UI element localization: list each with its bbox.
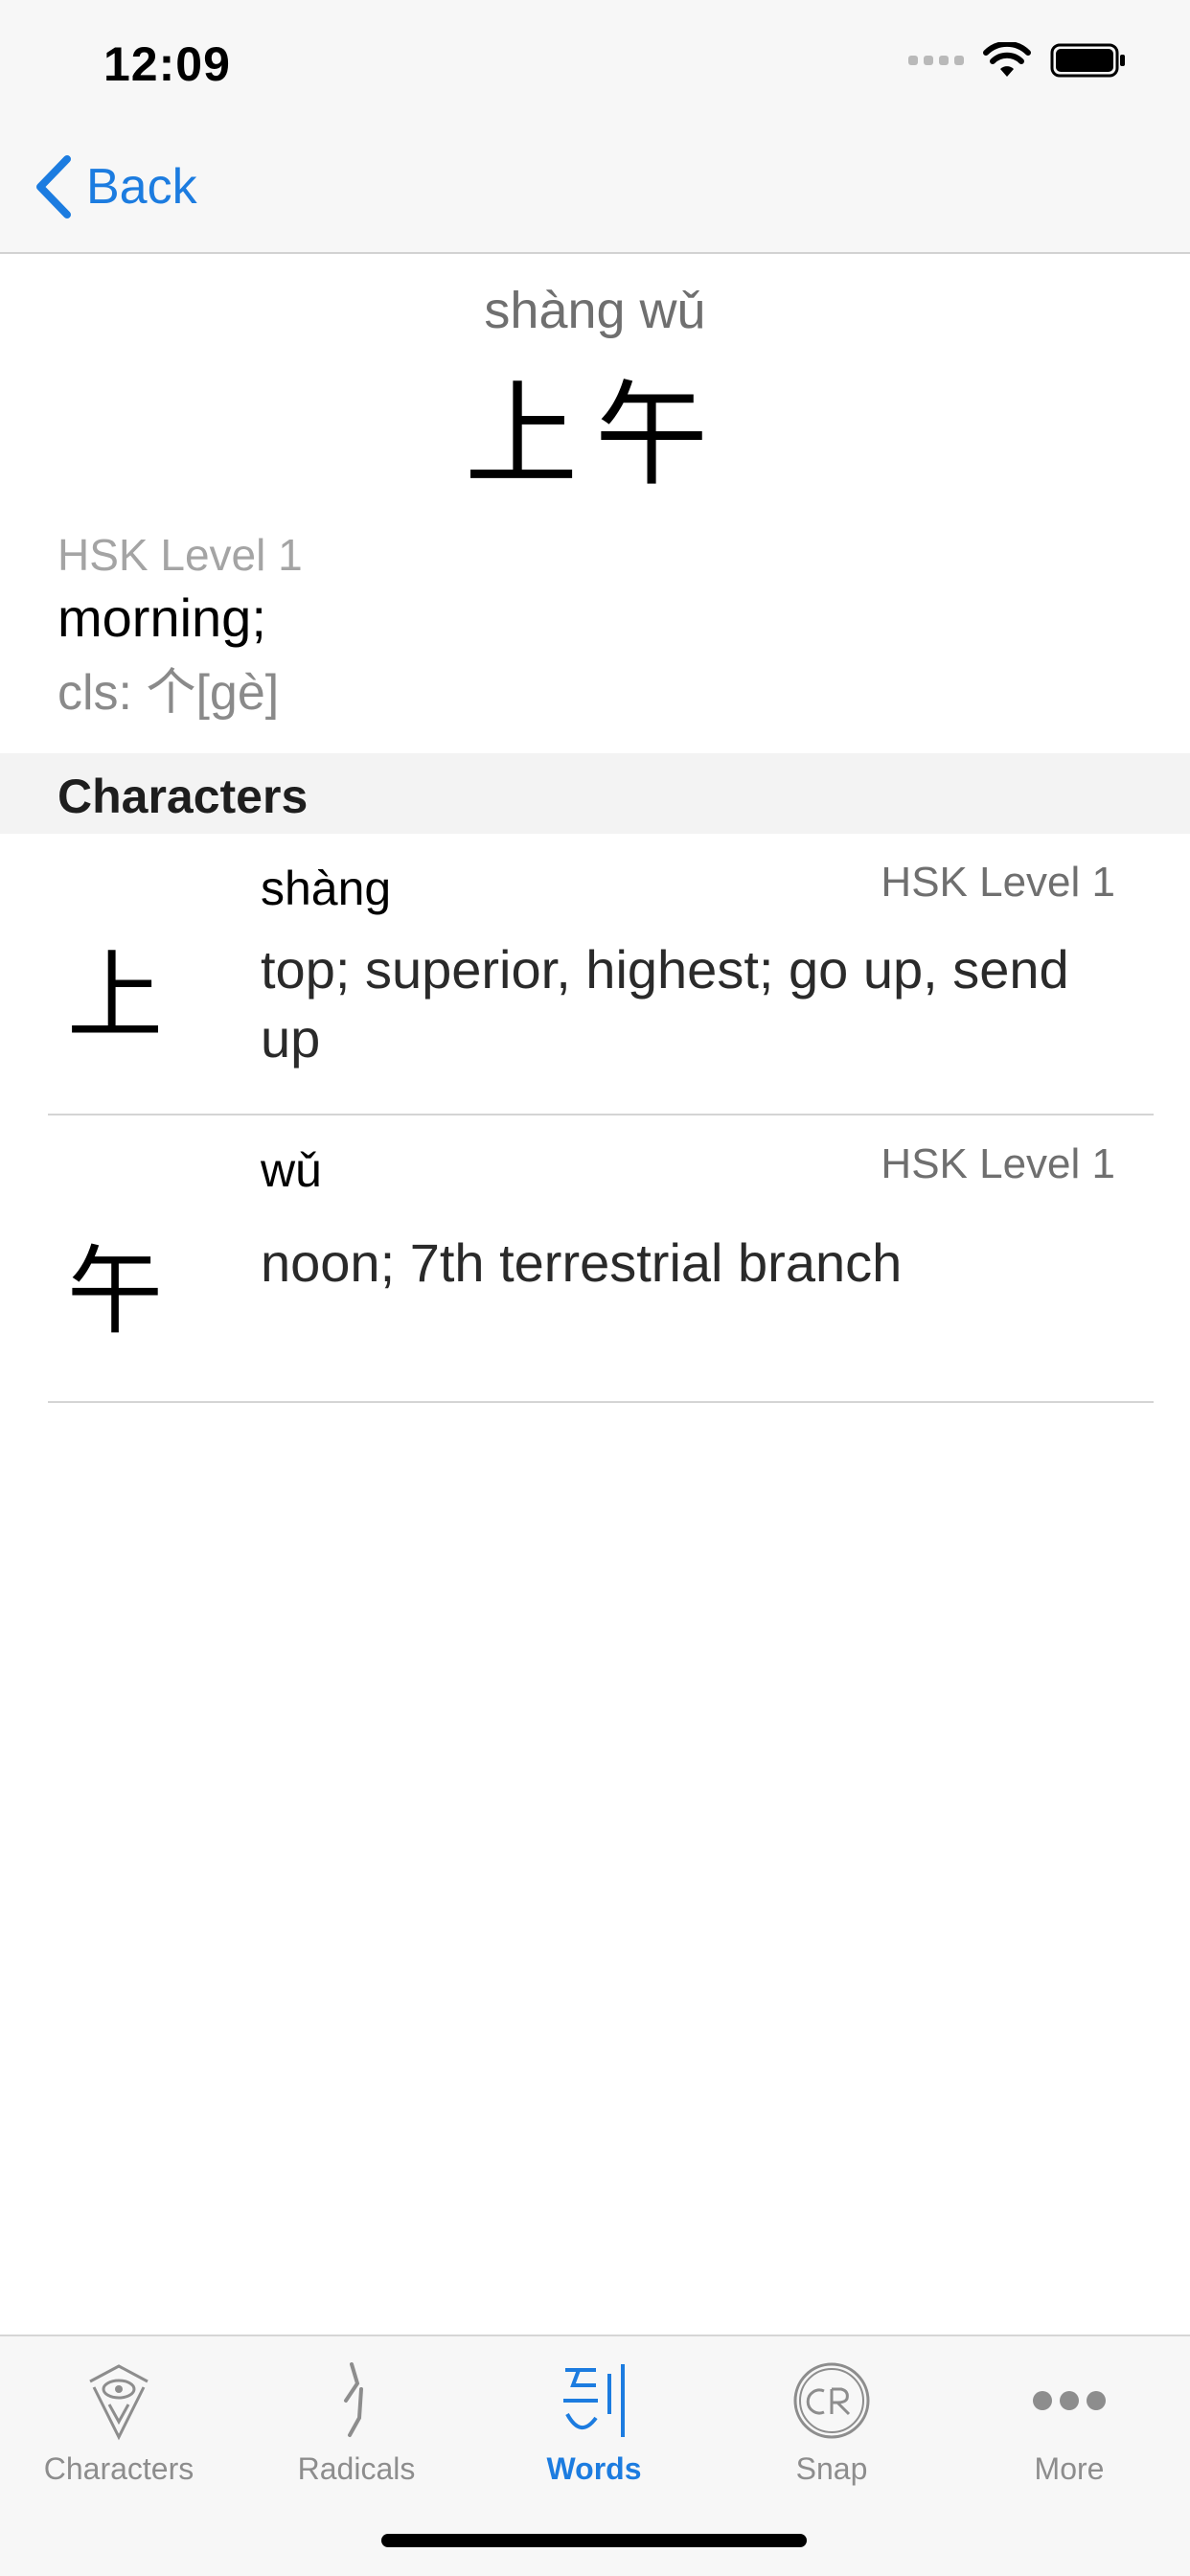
character-row[interactable]: 午 wǔ HSK Level 1 noon; 7th terrestrial b… <box>0 1116 1190 1403</box>
chevron-left-icon <box>36 155 71 218</box>
navigation-bar: Back <box>0 134 1190 254</box>
tab-characters[interactable]: Characters <box>0 2350 238 2494</box>
word-hanzi: 上午 <box>464 369 725 501</box>
home-indicator <box>381 2534 807 2547</box>
character-definition: top; superior, highest; go up, send up <box>261 939 1069 1069</box>
word-classifier: cls: 个[gè] <box>57 665 280 721</box>
words-icon <box>563 2364 625 2437</box>
character-hsk-level: HSK Level 1 <box>881 1140 1115 1187</box>
character-pinyin: wǔ <box>261 1143 322 1197</box>
tab-label: Characters <box>43 2451 195 2486</box>
tab-more[interactable]: More <box>950 2350 1188 2494</box>
status-icons <box>908 42 1127 79</box>
section-title: Characters <box>57 770 309 823</box>
back-button[interactable]: Back <box>34 155 197 218</box>
row-divider <box>48 1401 1154 1403</box>
status-time: 12:09 <box>103 37 231 91</box>
wifi-icon <box>983 42 1031 77</box>
word-definition: morning; <box>57 587 266 648</box>
character-definition: noon; 7th terrestrial branch <box>261 1232 903 1293</box>
character-row[interactable]: 上 shàng HSK Level 1 top; superior, highe… <box>0 834 1190 1116</box>
tab-snap[interactable]: Snap <box>713 2350 950 2494</box>
tab-label: Snap <box>795 2451 868 2486</box>
cellular-signal-icon <box>908 56 964 65</box>
word-pinyin: shàng wǔ <box>484 282 706 339</box>
character-pinyin: shàng <box>261 862 392 915</box>
character-hsk-level: HSK Level 1 <box>881 859 1115 906</box>
tab-label: More <box>1034 2451 1105 2486</box>
characters-icon <box>89 2364 149 2441</box>
status-bar: 12:09 <box>0 0 1190 134</box>
tab-radicals[interactable]: Radicals <box>238 2350 475 2494</box>
character-hanzi: 午 <box>67 1235 163 1347</box>
back-label: Back <box>86 159 197 215</box>
radicals-icon <box>344 2362 363 2437</box>
word-hsk-level: HSK Level 1 <box>57 530 303 580</box>
snap-icon <box>793 2362 870 2439</box>
more-icon <box>1033 2391 1106 2410</box>
character-hanzi: 上 <box>67 940 163 1052</box>
tab-words[interactable]: Words <box>475 2350 713 2494</box>
tab-label: Words <box>546 2451 642 2486</box>
characters-section-header: Characters <box>0 753 1190 834</box>
tab-label: Radicals <box>297 2451 416 2486</box>
battery-icon <box>1050 43 1125 78</box>
